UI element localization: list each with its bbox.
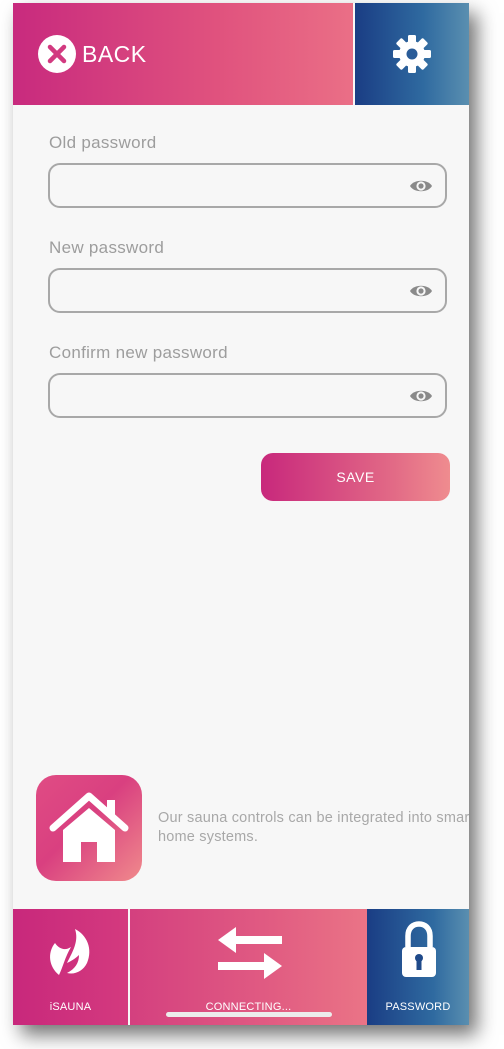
new-password-input[interactable] <box>60 276 404 306</box>
header: BACK <box>13 3 469 105</box>
eye-icon[interactable] <box>409 176 433 196</box>
smart-home-promo-icon[interactable] <box>36 775 142 881</box>
eye-icon[interactable] <box>409 386 433 406</box>
back-label: BACK <box>82 40 147 67</box>
nav-item-isauna[interactable]: iSAUNA <box>13 909 128 1025</box>
swap-arrows-icon <box>218 927 282 979</box>
home-indicator[interactable] <box>166 1012 332 1017</box>
isauna-logo-icon <box>50 929 90 975</box>
bottom-nav: iSAUNA CONNECTING... PASSWORD <box>13 909 469 1025</box>
settings-button[interactable] <box>355 3 469 105</box>
old-password-field-box <box>48 163 447 208</box>
nav-label-isauna: iSAUNA <box>49 1001 92 1013</box>
nav-label-password: PASSWORD <box>385 1001 451 1013</box>
confirm-password-label: Confirm new password <box>49 343 228 362</box>
nav-item-password[interactable]: PASSWORD <box>367 909 469 1025</box>
new-password-label: New password <box>49 238 165 257</box>
confirm-password-input[interactable] <box>60 381 404 411</box>
eye-icon[interactable] <box>409 281 433 301</box>
back-button[interactable]: BACK <box>13 3 353 105</box>
confirm-password-field-box <box>48 373 447 418</box>
lock-icon <box>402 921 436 977</box>
gear-icon <box>393 35 431 73</box>
old-password-label: Old password <box>49 133 157 152</box>
new-password-field-box <box>48 268 447 313</box>
old-password-input[interactable] <box>60 171 404 201</box>
nav-item-connecting[interactable]: CONNECTING... <box>130 909 367 1025</box>
save-button[interactable]: SAVE <box>261 453 450 501</box>
promo-text: Our sauna controls can be integrated int… <box>158 810 469 845</box>
house-icon <box>49 792 129 862</box>
app-screen: BACK Old password New password Confirm n… <box>13 3 469 1025</box>
close-circle-icon <box>38 35 76 73</box>
